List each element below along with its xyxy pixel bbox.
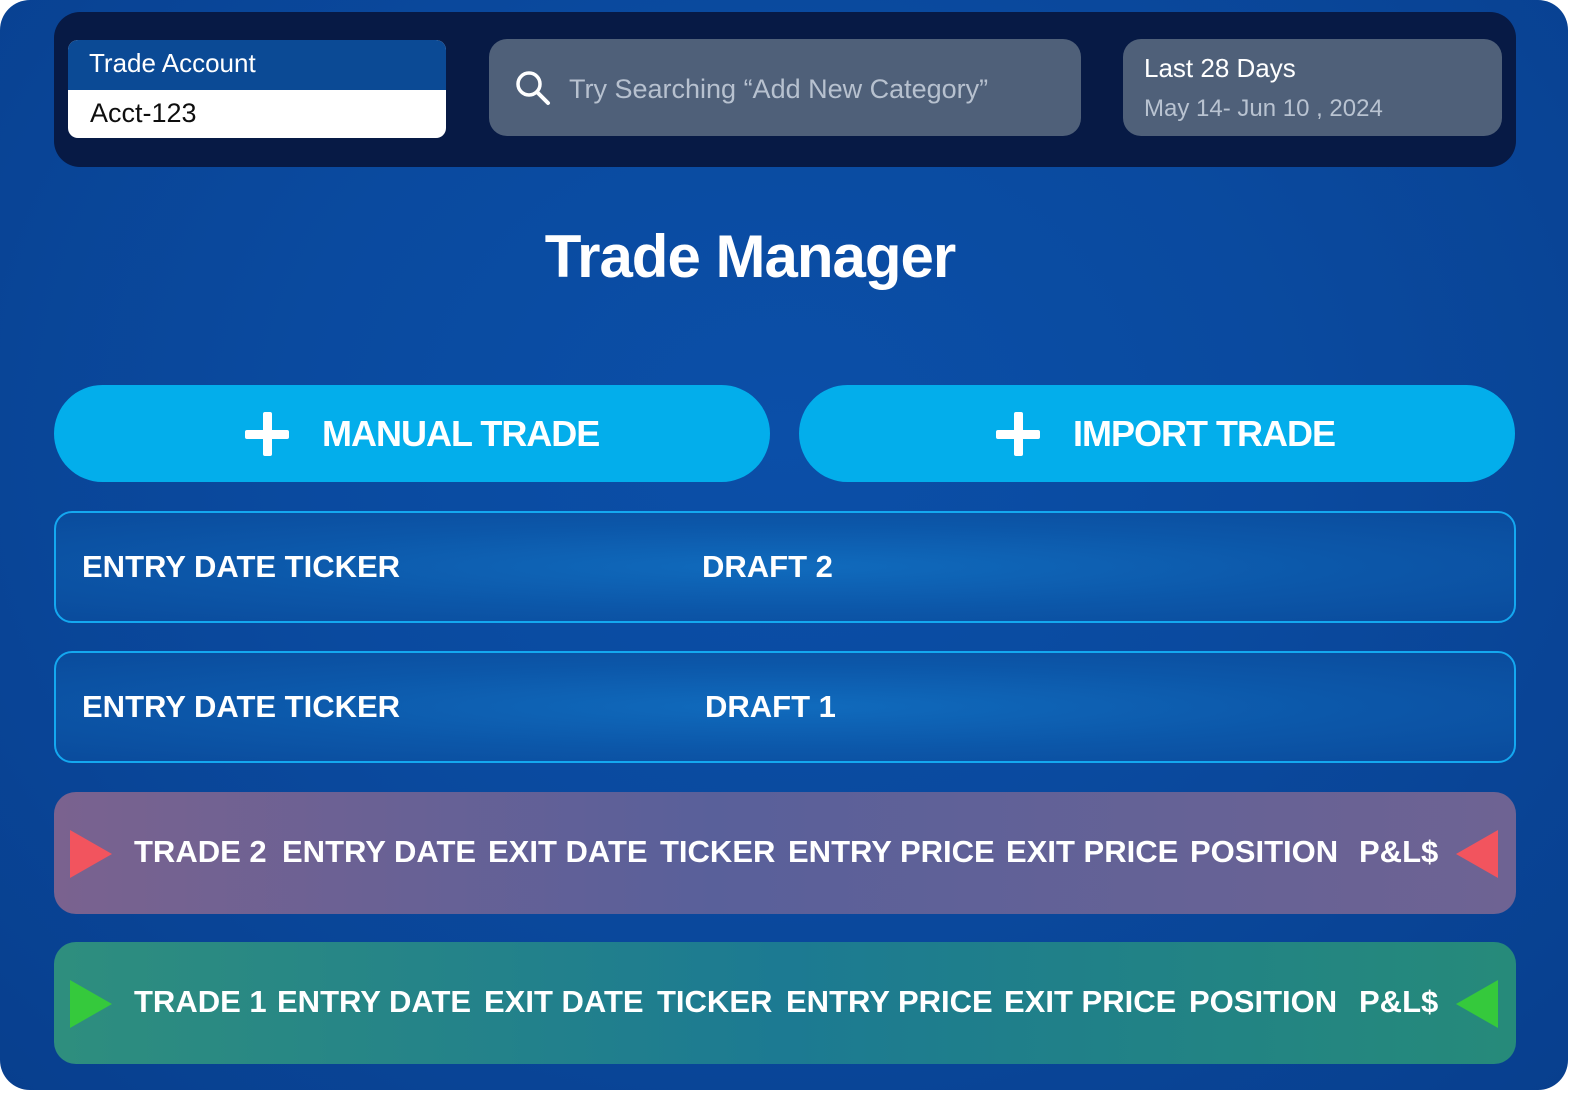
trade-entry-date: ENTRY DATE [282, 834, 477, 869]
plus-icon [245, 412, 289, 456]
draft-fields: ENTRY DATE TICKER [82, 689, 401, 724]
draft-fields: ENTRY DATE TICKER [82, 549, 401, 584]
collapse-left-arrow-icon[interactable] [1456, 830, 1498, 878]
trade-exit-date: EXIT DATE [484, 984, 644, 1019]
trade-exit-price: EXIT PRICE [1004, 984, 1177, 1019]
app-frame: Trade Account Acct-123 Last 28 Days May … [0, 0, 1568, 1090]
search-input[interactable] [567, 63, 1071, 115]
trade-name: TRADE 2 [134, 834, 267, 869]
trade-exit-price: EXIT PRICE [1006, 834, 1179, 869]
trade-row[interactable]: TRADE 2 ENTRY DATE EXIT DATE TICKER ENTR… [54, 792, 1516, 914]
trade-position: POSITION [1190, 834, 1339, 869]
collapse-left-arrow-icon[interactable] [1456, 980, 1498, 1028]
page-title: Trade Manager [544, 223, 957, 290]
search-icon [516, 71, 550, 105]
draft-row[interactable]: ENTRY DATE TICKER DRAFT 1 [54, 651, 1516, 763]
expand-right-arrow-icon[interactable] [70, 830, 112, 878]
trade-position: POSITION [1189, 984, 1338, 1019]
trade-ticker: TICKER [660, 834, 776, 869]
trade-entry-price: ENTRY PRICE [786, 984, 993, 1019]
trade-ticker: TICKER [657, 984, 773, 1019]
trade-pnl: P&L$ [1359, 984, 1439, 1019]
search-bar[interactable] [489, 39, 1081, 136]
date-range-dates: May 14- Jun 10 , 2024 [1144, 95, 1383, 122]
date-range-title: Last 28 Days [1144, 53, 1296, 83]
trade-account-value[interactable]: Acct-123 [68, 90, 446, 138]
trade-entry-price: ENTRY PRICE [788, 834, 995, 869]
draft-row[interactable]: ENTRY DATE TICKER DRAFT 2 [54, 511, 1516, 623]
draft-name: DRAFT 2 [702, 549, 833, 584]
trade-name: TRADE 1 [134, 984, 267, 1019]
trade-exit-date: EXIT DATE [488, 834, 648, 869]
top-bar: Trade Account Acct-123 Last 28 Days May … [54, 12, 1516, 167]
manual-trade-label: MANUAL TRADE [322, 413, 600, 454]
date-range-selector[interactable]: Last 28 Days May 14- Jun 10 , 2024 [1123, 39, 1502, 136]
draft-name: DRAFT 1 [705, 689, 836, 724]
trade-entry-date: ENTRY DATE [277, 984, 472, 1019]
trade-pnl: P&L$ [1359, 834, 1439, 869]
trade-account-label: Trade Account [68, 40, 446, 90]
expand-right-arrow-icon[interactable] [70, 980, 112, 1028]
trade-row[interactable]: TRADE 1 ENTRY DATE EXIT DATE TICKER ENTR… [54, 942, 1516, 1064]
import-trade-label: IMPORT TRADE [1073, 413, 1336, 454]
plus-icon [996, 412, 1040, 456]
manual-trade-button[interactable]: MANUAL TRADE [54, 385, 770, 482]
import-trade-button[interactable]: IMPORT TRADE [799, 385, 1515, 482]
trade-account-selector[interactable]: Trade Account Acct-123 [68, 40, 446, 138]
